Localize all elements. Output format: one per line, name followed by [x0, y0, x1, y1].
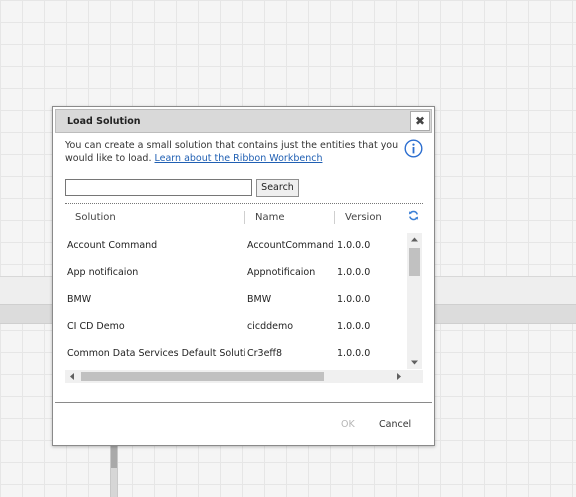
horizontal-scrollbar[interactable]: [65, 370, 406, 383]
solutions-grid: Solution Name Version Account Command Ac…: [65, 203, 423, 386]
version-cell: 1.0.0.0: [337, 240, 371, 251]
column-header-name[interactable]: Name: [255, 212, 285, 223]
scroll-left-icon[interactable]: [65, 370, 79, 383]
scroll-up-icon[interactable]: [407, 233, 422, 246]
info-icon[interactable]: [404, 139, 423, 158]
load-solution-dialog: Load Solution ✖ You can create a small s…: [52, 106, 435, 446]
solution-cell: Account Command: [67, 240, 158, 251]
name-cell: Appnotificaion: [247, 267, 316, 278]
scroll-down-icon[interactable]: [407, 356, 422, 369]
solution-cell: App notificaion: [67, 267, 139, 278]
grid-header: Solution Name Version: [65, 204, 423, 227]
column-header-solution[interactable]: Solution: [75, 212, 116, 223]
scroll-right-icon[interactable]: [392, 370, 406, 383]
search-input[interactable]: [65, 179, 252, 196]
refresh-icon[interactable]: [408, 210, 419, 221]
solution-cell: CI CD Demo: [67, 321, 125, 332]
version-cell: 1.0.0.0: [337, 321, 371, 332]
vertical-scrollbar[interactable]: [407, 233, 422, 369]
solution-cell: Common Data Services Default Solution: [67, 348, 245, 359]
column-separator[interactable]: [244, 211, 245, 224]
dialog-titlebar: Load Solution ✖: [55, 109, 432, 133]
horizontal-scroll-thumb[interactable]: [81, 372, 324, 381]
background-splitter: [110, 440, 118, 497]
footer-divider: [55, 402, 432, 403]
search-button[interactable]: Search: [256, 179, 299, 197]
version-cell: 1.0.0.0: [337, 267, 371, 278]
dialog-title: Load Solution: [67, 116, 141, 127]
name-cell: cicddemo: [247, 321, 294, 332]
name-cell: Cr3eff8: [247, 348, 283, 359]
solution-row[interactable]: BMW BMW 1.0.0.0: [65, 286, 405, 313]
learn-more-link[interactable]: Learn about the Ribbon Workbench: [155, 153, 323, 164]
solution-row[interactable]: CI CD Demo cicddemo 1.0.0.0: [65, 313, 405, 340]
version-cell: 1.0.0.0: [337, 294, 371, 305]
scrollbar-corner: [406, 370, 423, 383]
close-button[interactable]: ✖: [410, 111, 430, 131]
column-header-version[interactable]: Version: [345, 212, 382, 223]
ok-button[interactable]: OK: [341, 419, 355, 430]
column-separator[interactable]: [334, 211, 335, 224]
name-cell: BMW: [247, 294, 272, 305]
solution-row[interactable]: Account Command AccountCommand 1.0.0.0: [65, 232, 405, 259]
vertical-scroll-thumb[interactable]: [409, 248, 420, 276]
version-cell: 1.0.0.0: [337, 348, 371, 359]
solution-cell: BMW: [67, 294, 92, 305]
dialog-description: You can create a small solution that con…: [65, 139, 401, 165]
solution-row[interactable]: Common Data Services Default Solution Cr…: [65, 340, 405, 367]
name-cell: AccountCommand: [247, 240, 333, 251]
cancel-button[interactable]: Cancel: [379, 419, 411, 430]
solution-row[interactable]: App notificaion Appnotificaion 1.0.0.0: [65, 259, 405, 286]
close-icon: ✖: [414, 114, 426, 128]
